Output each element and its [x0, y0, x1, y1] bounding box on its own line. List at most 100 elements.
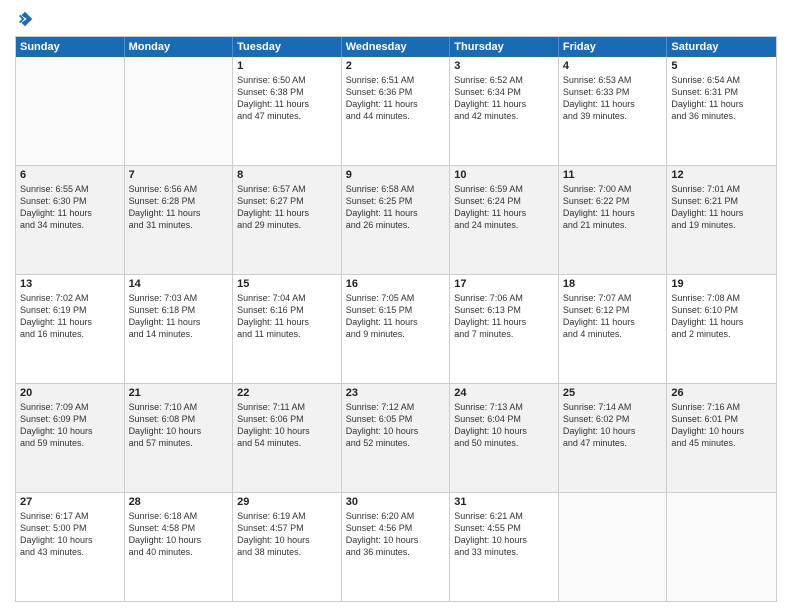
day-number: 20	[20, 387, 120, 399]
logo-text	[15, 10, 35, 28]
calendar-cell	[667, 493, 776, 601]
day-number: 8	[237, 169, 337, 181]
day-number: 16	[346, 278, 446, 290]
day-info: Sunrise: 7:02 AM Sunset: 6:19 PM Dayligh…	[20, 292, 120, 341]
calendar-body: 1 Sunrise: 6:50 AM Sunset: 6:38 PM Daylig…	[16, 57, 776, 601]
day-info: Sunrise: 6:56 AM Sunset: 6:28 PM Dayligh…	[129, 183, 229, 232]
calendar-cell: 10 Sunrise: 6:59 AM Sunset: 6:24 PM Dayli…	[450, 166, 559, 274]
calendar-cell: 17Sunrise: 7:06 AM Sunset: 6:13 PM Dayli…	[450, 275, 559, 383]
calendar-cell: 21 Sunrise: 7:10 AM Sunset: 6:08 PM Dayli…	[125, 384, 234, 492]
day-info: Sunrise: 6:54 AM Sunset: 6:31 PM Dayligh…	[671, 74, 772, 123]
calendar-cell: 12 Sunrise: 7:01 AM Sunset: 6:21 PM Dayli…	[667, 166, 776, 274]
day-info: Sunrise: 6:17 AM Sunset: 5:00 PM Dayligh…	[20, 510, 120, 559]
day-number: 7	[129, 169, 229, 181]
calendar-row: 13 Sunrise: 7:02 AM Sunset: 6:19 PM Dayli…	[16, 274, 776, 383]
day-number: 4	[563, 60, 663, 72]
day-number: 14	[129, 278, 229, 290]
day-info: Sunrise: 6:58 AM Sunset: 6:25 PM Dayligh…	[346, 183, 446, 232]
calendar-cell: 24Sunrise: 7:13 AM Sunset: 6:04 PM Dayli…	[450, 384, 559, 492]
calendar-cell: 16 Sunrise: 7:05 AM Sunset: 6:15 PM Dayli…	[342, 275, 451, 383]
day-number: 1	[237, 60, 337, 72]
day-info: Sunrise: 6:51 AM Sunset: 6:36 PM Dayligh…	[346, 74, 446, 123]
calendar-cell: 6 Sunrise: 6:55 AM Sunset: 6:30 PM Daylig…	[16, 166, 125, 274]
day-number: 13	[20, 278, 120, 290]
day-number: 15	[237, 278, 337, 290]
day-info: Sunrise: 7:09 AM Sunset: 6:09 PM Dayligh…	[20, 401, 120, 450]
day-info: Sunrise: 7:07 AM Sunset: 6:12 PM Dayligh…	[563, 292, 663, 341]
calendar: SundayMondayTuesdayWednesdayThursdayFrid…	[15, 36, 777, 602]
header-day: Sunday	[16, 37, 125, 57]
calendar-cell: 28Sunrise: 6:18 AM Sunset: 4:58 PM Dayli…	[125, 493, 234, 601]
day-number: 22	[237, 387, 337, 399]
day-number: 18	[563, 278, 663, 290]
day-info: Sunrise: 6:19 AM Sunset: 4:57 PM Dayligh…	[237, 510, 337, 559]
calendar-cell: 22 Sunrise: 7:11 AM Sunset: 6:06 PM Dayli…	[233, 384, 342, 492]
logo-icon	[16, 10, 34, 28]
day-info: Sunrise: 7:04 AM Sunset: 6:16 PM Dayligh…	[237, 292, 337, 341]
day-info: Sunrise: 7:05 AM Sunset: 6:15 PM Dayligh…	[346, 292, 446, 341]
header-day: Wednesday	[342, 37, 451, 57]
day-info: Sunrise: 7:03 AM Sunset: 6:18 PM Dayligh…	[129, 292, 229, 341]
calendar-row: 6 Sunrise: 6:55 AM Sunset: 6:30 PM Daylig…	[16, 165, 776, 274]
calendar-cell: 19Sunrise: 7:08 AM Sunset: 6:10 PM Dayli…	[667, 275, 776, 383]
day-info: Sunrise: 6:20 AM Sunset: 4:56 PM Dayligh…	[346, 510, 446, 559]
day-info: Sunrise: 6:59 AM Sunset: 6:24 PM Dayligh…	[454, 183, 554, 232]
day-info: Sunrise: 7:13 AM Sunset: 6:04 PM Dayligh…	[454, 401, 554, 450]
logo	[15, 10, 35, 28]
day-info: Sunrise: 6:55 AM Sunset: 6:30 PM Dayligh…	[20, 183, 120, 232]
calendar-cell: 30 Sunrise: 6:20 AM Sunset: 4:56 PM Dayli…	[342, 493, 451, 601]
day-number: 12	[671, 169, 772, 181]
calendar-cell: 27 Sunrise: 6:17 AM Sunset: 5:00 PM Dayli…	[16, 493, 125, 601]
day-number: 10	[454, 169, 554, 181]
header	[15, 10, 777, 28]
calendar-cell: 5Sunrise: 6:54 AM Sunset: 6:31 PM Daylig…	[667, 57, 776, 165]
page: SundayMondayTuesdayWednesdayThursdayFrid…	[0, 0, 792, 612]
day-number: 23	[346, 387, 446, 399]
calendar-cell	[16, 57, 125, 165]
day-info: Sunrise: 7:12 AM Sunset: 6:05 PM Dayligh…	[346, 401, 446, 450]
calendar-cell: 2 Sunrise: 6:51 AM Sunset: 6:36 PM Daylig…	[342, 57, 451, 165]
day-number: 26	[671, 387, 772, 399]
calendar-cell: 18 Sunrise: 7:07 AM Sunset: 6:12 PM Dayli…	[559, 275, 668, 383]
header-day: Thursday	[450, 37, 559, 57]
day-number: 2	[346, 60, 446, 72]
day-info: Sunrise: 7:16 AM Sunset: 6:01 PM Dayligh…	[671, 401, 772, 450]
header-day: Tuesday	[233, 37, 342, 57]
calendar-cell: 20 Sunrise: 7:09 AM Sunset: 6:09 PM Dayli…	[16, 384, 125, 492]
header-day: Saturday	[667, 37, 776, 57]
calendar-row: 20 Sunrise: 7:09 AM Sunset: 6:09 PM Dayli…	[16, 383, 776, 492]
day-info: Sunrise: 7:14 AM Sunset: 6:02 PM Dayligh…	[563, 401, 663, 450]
day-info: Sunrise: 7:10 AM Sunset: 6:08 PM Dayligh…	[129, 401, 229, 450]
day-number: 30	[346, 496, 446, 508]
day-info: Sunrise: 7:01 AM Sunset: 6:21 PM Dayligh…	[671, 183, 772, 232]
day-info: Sunrise: 7:06 AM Sunset: 6:13 PM Dayligh…	[454, 292, 554, 341]
day-info: Sunrise: 7:08 AM Sunset: 6:10 PM Dayligh…	[671, 292, 772, 341]
day-number: 3	[454, 60, 554, 72]
calendar-cell: 3Sunrise: 6:52 AM Sunset: 6:34 PM Daylig…	[450, 57, 559, 165]
calendar-cell: 26 Sunrise: 7:16 AM Sunset: 6:01 PM Dayli…	[667, 384, 776, 492]
day-number: 21	[129, 387, 229, 399]
calendar-cell: 13 Sunrise: 7:02 AM Sunset: 6:19 PM Dayli…	[16, 275, 125, 383]
calendar-cell: 11 Sunrise: 7:00 AM Sunset: 6:22 PM Dayli…	[559, 166, 668, 274]
calendar-cell: 7 Sunrise: 6:56 AM Sunset: 6:28 PM Daylig…	[125, 166, 234, 274]
day-info: Sunrise: 7:11 AM Sunset: 6:06 PM Dayligh…	[237, 401, 337, 450]
day-number: 27	[20, 496, 120, 508]
day-info: Sunrise: 6:57 AM Sunset: 6:27 PM Dayligh…	[237, 183, 337, 232]
calendar-header: SundayMondayTuesdayWednesdayThursdayFrid…	[16, 37, 776, 57]
day-number: 29	[237, 496, 337, 508]
day-number: 11	[563, 169, 663, 181]
day-info: Sunrise: 7:00 AM Sunset: 6:22 PM Dayligh…	[563, 183, 663, 232]
calendar-cell: 9Sunrise: 6:58 AM Sunset: 6:25 PM Daylig…	[342, 166, 451, 274]
header-day: Friday	[559, 37, 668, 57]
calendar-cell: 25Sunrise: 7:14 AM Sunset: 6:02 PM Dayli…	[559, 384, 668, 492]
calendar-cell	[125, 57, 234, 165]
day-info: Sunrise: 6:50 AM Sunset: 6:38 PM Dayligh…	[237, 74, 337, 123]
day-number: 6	[20, 169, 120, 181]
calendar-cell: 1 Sunrise: 6:50 AM Sunset: 6:38 PM Daylig…	[233, 57, 342, 165]
calendar-cell: 29 Sunrise: 6:19 AM Sunset: 4:57 PM Dayli…	[233, 493, 342, 601]
calendar-cell: 31Sunrise: 6:21 AM Sunset: 4:55 PM Dayli…	[450, 493, 559, 601]
calendar-cell	[559, 493, 668, 601]
day-number: 31	[454, 496, 554, 508]
calendar-row: 1 Sunrise: 6:50 AM Sunset: 6:38 PM Daylig…	[16, 57, 776, 165]
calendar-cell: 4Sunrise: 6:53 AM Sunset: 6:33 PM Daylig…	[559, 57, 668, 165]
